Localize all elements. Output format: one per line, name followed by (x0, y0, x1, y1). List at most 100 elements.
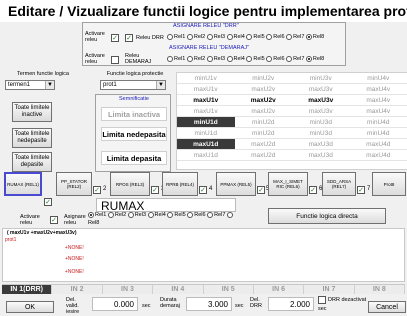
function-button-rumax[interactable]: RUMAX (REL1) (4, 172, 42, 196)
limit-cell[interactable]: minU4d (349, 128, 407, 139)
limit-cell[interactable]: maxU1v (177, 106, 235, 117)
tab-in5[interactable]: IN 5 (204, 285, 254, 294)
drr-dezactivat-label: DRR dezactivat (328, 297, 367, 303)
toate-nedepasite-button[interactable]: Toate limitele nedepasite (12, 128, 52, 148)
drr-dezactivat-checkbox[interactable] (318, 296, 326, 304)
limit-cell[interactable]: minU3d (292, 117, 350, 128)
activare-demaraj-checkbox[interactable] (111, 56, 119, 64)
limit-cell[interactable]: maxU3d (292, 150, 350, 161)
limit-cell[interactable]: maxU2d (234, 150, 292, 161)
del-drr-input[interactable]: 2.000 (268, 297, 314, 311)
limit-cell[interactable]: maxU1d (177, 139, 235, 150)
demaraj-radio-rel4[interactable]: Rel4 (226, 56, 245, 62)
demaraj-radio-rel1[interactable]: Rel1 (167, 56, 185, 62)
limit-cell[interactable]: maxU1v (177, 95, 235, 106)
tab-in3[interactable]: IN 3 (103, 285, 154, 294)
rumax-radio-rel2[interactable]: Rel2 (107, 211, 126, 218)
limit-cell[interactable]: maxU2v (234, 95, 292, 106)
function-button-ppmax[interactable]: PPMAX (REL5) (216, 172, 256, 196)
limit-cell[interactable]: maxU2v (234, 106, 292, 117)
logic-editor[interactable]: ( maxU1v +maxU2v+maxU3v) prot1 +NONE! +N… (2, 228, 405, 282)
drr-radio-rel3[interactable]: Rel3 (206, 34, 225, 40)
rumax-activare-checkbox[interactable]: ✓ (50, 216, 58, 224)
editor-line-none: +NONE! (65, 245, 84, 251)
limit-cell[interactable]: minU1d (177, 117, 235, 128)
rumax-radio-rel7[interactable]: Rel7 (207, 211, 225, 218)
function-button-prot8[interactable]: Prot8 (372, 172, 406, 196)
demaraj-radio-rel2[interactable]: Rel2 (186, 56, 205, 62)
rumax-radio-rel4[interactable]: Rel4 (147, 211, 166, 218)
rumax-radio-rel3[interactable]: Rel3 (127, 211, 146, 218)
del-valid-input[interactable]: 0.000 (92, 297, 138, 311)
function-button-pp-stator[interactable]: PP_STATOR (REL2) (56, 172, 92, 196)
ok-button[interactable]: OK (6, 301, 54, 313)
limit-cell[interactable]: maxU1d (177, 150, 235, 161)
limit-cell[interactable]: minU4d (349, 117, 407, 128)
demaraj-radio-rel6[interactable]: Rel6 (266, 56, 285, 62)
rumax-radio-rel6[interactable]: Rel6 (187, 211, 206, 218)
limit-cell[interactable]: maxU4v (349, 106, 407, 117)
drr-radio-rel7[interactable]: Rel7 (286, 34, 304, 40)
limit-cell[interactable]: maxU4d (349, 139, 407, 150)
function-5-checkbox[interactable]: ✓ (257, 186, 265, 194)
limit-cell[interactable]: maxU4d (349, 150, 407, 161)
activare-drr-checkbox[interactable]: ✓ (111, 34, 119, 42)
limit-cell[interactable]: maxU3v (292, 84, 350, 95)
drr-radio-rel1[interactable]: Rel1 (167, 34, 185, 40)
functie-logica-directa-button[interactable]: Functie logica directa (268, 208, 386, 224)
function-7-checkbox[interactable]: ✓ (357, 186, 365, 194)
tab-in2[interactable]: IN 2 (52, 285, 103, 294)
limit-cell[interactable]: minU1d (177, 128, 235, 139)
drr-radio-rel5[interactable]: Rel5 (246, 34, 265, 40)
toate-depasite-button[interactable]: Toate limitele depasite (12, 152, 52, 172)
function-button-max-i-simetric[interactable]: MAX_I_SIMET RIC (REL6) (268, 172, 308, 196)
limit-cell[interactable]: minU2v (234, 73, 292, 84)
limit-cell[interactable]: minU3d (292, 128, 350, 139)
limit-cell[interactable]: maxU3d (292, 139, 350, 150)
demaraj-radio-rel7[interactable]: Rel7 (286, 56, 304, 62)
function-button-rpos[interactable]: RPOS (REL3) (110, 172, 150, 196)
demaraj-radio-rel8[interactable]: Rel8 (305, 56, 324, 62)
function-4-checkbox[interactable]: ✓ (199, 186, 207, 194)
function-6-checkbox[interactable]: ✓ (309, 186, 317, 194)
drr-radio-rel8[interactable]: Rel8 (305, 34, 324, 40)
function-7-number: 7 (367, 186, 371, 192)
drr-radio-rel6[interactable]: Rel6 (266, 34, 285, 40)
limit-cell[interactable]: maxU3v (292, 95, 350, 106)
cancel-button[interactable]: Cancel (368, 301, 406, 313)
tab-in4[interactable]: IN 4 (153, 285, 204, 294)
drr-radio-rel4[interactable]: Rel4 (226, 34, 245, 40)
limit-cell[interactable]: minU3v (292, 73, 350, 84)
tab-in7[interactable]: IN 7 (304, 285, 355, 294)
limit-cell[interactable]: maxU2v (234, 84, 292, 95)
limit-cell[interactable]: maxU2d (234, 139, 292, 150)
limit-cell[interactable]: minU2d (234, 128, 292, 139)
limit-cell[interactable]: minU1v (177, 73, 235, 84)
tab-in8[interactable]: IN 8 (355, 285, 405, 294)
demaraj-radio-rel3[interactable]: Rel3 (206, 56, 225, 62)
rumax-radio-rel1[interactable]: Rel1 (88, 211, 106, 218)
limit-cell[interactable]: minU2d (234, 117, 292, 128)
demaraj-radio-rel5[interactable]: Rel5 (246, 56, 265, 62)
rumax-asignare-label: Asignare releu (64, 214, 86, 226)
durata-sec: sec (235, 303, 244, 309)
limit-cell[interactable]: minU4v (349, 73, 407, 84)
limit-cell[interactable]: maxU3v (292, 106, 350, 117)
limit-cell[interactable]: maxU4v (349, 95, 407, 106)
releu-drr-checkbox[interactable]: ✓ (125, 34, 133, 42)
termen-select[interactable]: termen1 ▼ (5, 80, 55, 90)
function-3-checkbox[interactable]: ✓ (151, 186, 159, 194)
tab-in1-drr[interactable]: IN 1(DRR) (2, 285, 53, 294)
functie-select[interactable]: prot1 ▼ (100, 80, 166, 90)
drr-radio-rel2[interactable]: Rel2 (186, 34, 205, 40)
function-button-sdd-arsa[interactable]: SDD_ARSA (REL7) (322, 172, 356, 196)
limit-cell[interactable]: maxU1v (177, 84, 235, 95)
rumax-enable-checkbox[interactable]: ✓ (44, 198, 52, 206)
function-2-checkbox[interactable]: ✓ (93, 186, 101, 194)
limit-cell[interactable]: maxU4v (349, 84, 407, 95)
toate-inactive-button[interactable]: Toate limitele inactive (12, 102, 52, 122)
function-button-rprb[interactable]: RPRB (REL4) (162, 172, 198, 196)
durata-input[interactable]: 3.000 (186, 297, 232, 311)
rumax-radio-rel5[interactable]: Rel5 (167, 211, 186, 218)
tab-in6[interactable]: IN 6 (254, 285, 305, 294)
